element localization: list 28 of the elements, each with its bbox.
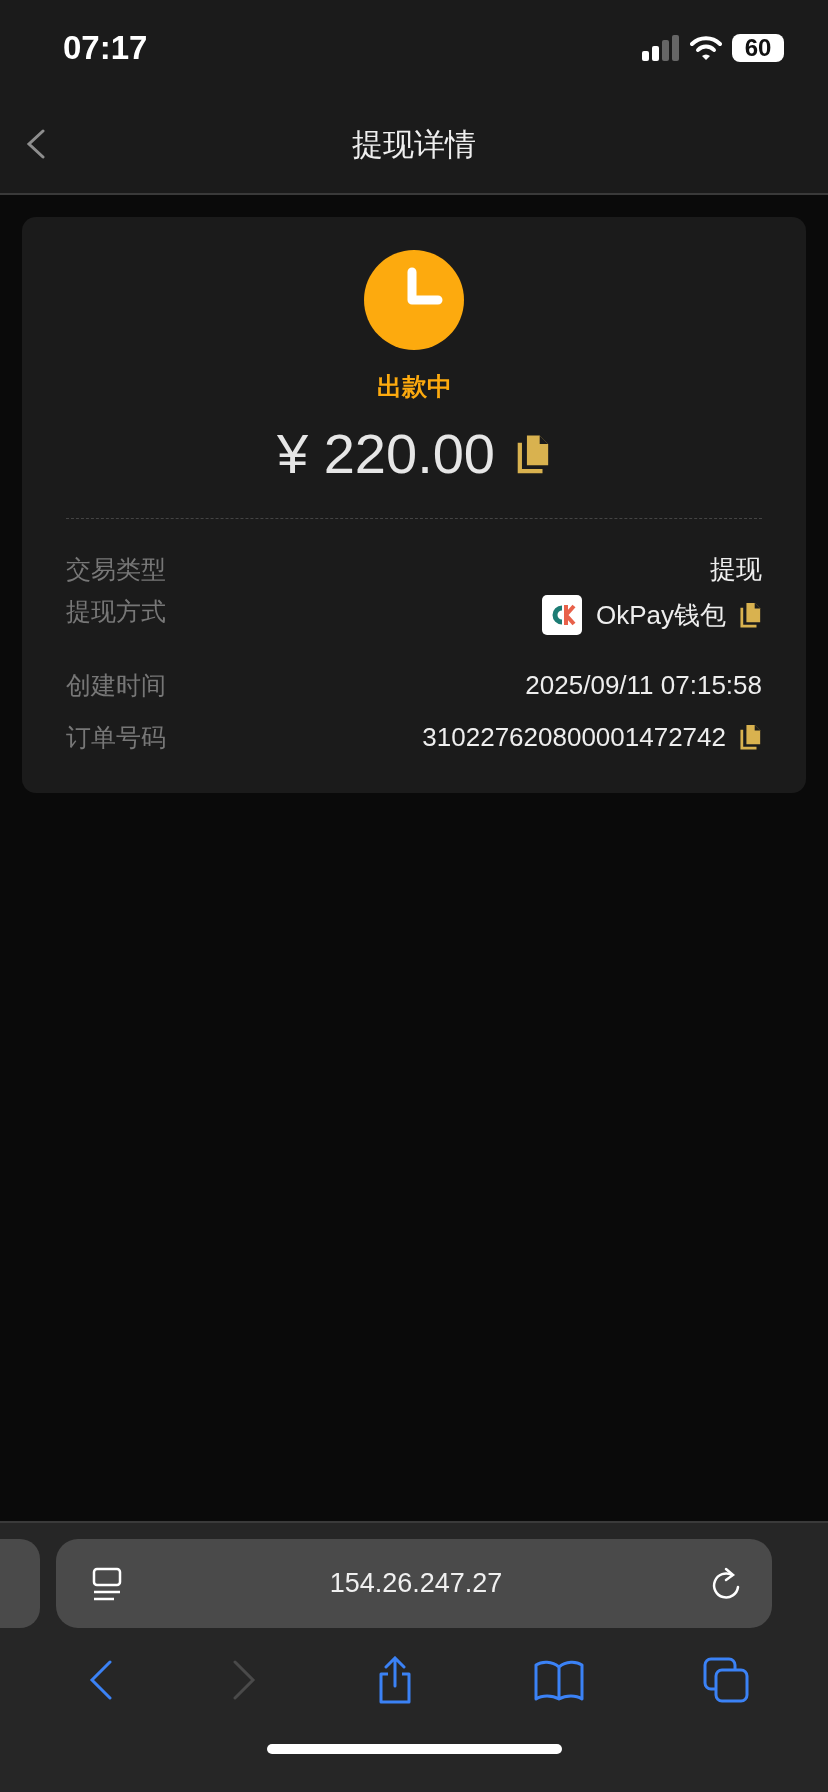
reader-icon[interactable]: [92, 1566, 122, 1601]
signal-icon: [642, 35, 680, 61]
wallet-logo-icon: [541, 595, 582, 635]
status-label: 出款中: [376, 371, 452, 402]
back-icon[interactable]: [89, 1660, 114, 1700]
book-icon[interactable]: [533, 1659, 584, 1701]
battery-indicator: 60: [732, 34, 784, 62]
row-value: 2025/09/11 07:15:58: [525, 669, 762, 701]
back-icon[interactable]: [26, 129, 46, 159]
row-value: OkPay钱包: [595, 598, 726, 632]
copy-icon[interactable]: [517, 433, 551, 474]
wifi-icon: [690, 36, 722, 60]
copy-icon[interactable]: [740, 602, 762, 628]
row-label: 交易类型: [66, 553, 166, 585]
status-time: 07:17: [63, 29, 148, 67]
row-label: 提现方式: [66, 596, 166, 627]
address-bar[interactable]: 154.26.247.27: [56, 1539, 772, 1628]
tabs-icon[interactable]: [702, 1657, 749, 1703]
row-value: 310227620800001472742: [422, 721, 726, 753]
clock-icon: [364, 250, 464, 350]
row-value: 提现: [710, 552, 762, 586]
url-text: 154.26.247.27: [329, 1568, 503, 1599]
reload-icon[interactable]: [710, 1566, 742, 1601]
row-label: 订单号码: [66, 721, 166, 753]
amount: ¥ 220.00: [277, 421, 495, 486]
row-label: 创建时间: [66, 669, 166, 701]
page-title: 提现详情: [352, 125, 476, 164]
copy-icon[interactable]: [740, 724, 762, 750]
